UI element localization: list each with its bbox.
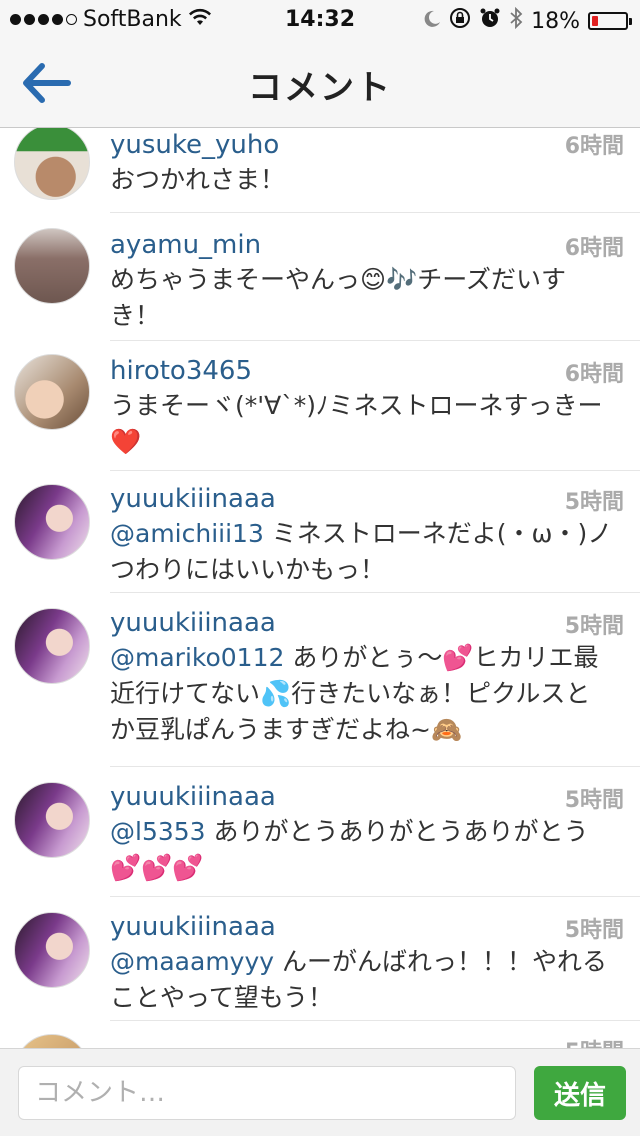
- comment-username[interactable]: yuuukiiinaaa: [110, 608, 276, 638]
- comment-composer: 送信: [0, 1048, 640, 1136]
- comment-text: @l5353 ありがとうありがとうありがとう💕💕💕: [110, 814, 615, 886]
- comment-item: yuuukiiinaaa 5時間 @l5353 ありがとうありがとうありがとう💕…: [0, 768, 640, 898]
- comment-item: yuuukiiinaaa 5時間 @amichiii13 ミネストローネだよ(・…: [0, 470, 640, 594]
- comment-item: yusuke_yuho 6時間 おつかれさま！: [0, 128, 640, 216]
- moon-icon: [423, 9, 441, 34]
- comment-time: 5時間: [564, 918, 624, 943]
- navigation-bar: コメント: [0, 40, 640, 128]
- battery-level-fill: [592, 16, 598, 26]
- comment-body: おつかれさま！: [110, 165, 286, 194]
- comment-time: 6時間: [564, 362, 624, 387]
- comment-time: 5時間: [564, 490, 624, 515]
- comment-username[interactable]: yuuukiiinaaa: [110, 912, 276, 942]
- divider: [110, 592, 640, 593]
- comment-mention[interactable]: @maaamyyy: [110, 947, 274, 976]
- comment-mention[interactable]: @mariko0112: [110, 643, 284, 672]
- comment-time: 6時間: [564, 236, 624, 261]
- comment-item: hiroto3465 6時間 うまそーヾ(*'∀`*)ﾉミネストローネすっきー❤…: [0, 342, 640, 472]
- avatar[interactable]: [14, 608, 90, 684]
- comment-item: 5時間: [0, 1022, 640, 1048]
- comment-text: @amichiii13 ミネストローネだよ(・ω・)ノ つわりにはいいかもっ！: [110, 516, 615, 588]
- comment-username[interactable]: hiroto3465: [110, 356, 252, 386]
- comment-body: めちゃうまそーやんっ😊🎶チーズだいすき！: [110, 265, 566, 330]
- comment-text: おつかれさま！: [110, 162, 615, 198]
- comment-mention[interactable]: @amichiii13: [110, 519, 264, 548]
- comment-item: yuuukiiinaaa 5時間 @maaamyyy んーがんばれっ！！！やれる…: [0, 898, 640, 1022]
- comment-body: うまそーヾ(*'∀`*)ﾉミネストローネすっきー❤️: [110, 391, 603, 456]
- comment-text: うまそーヾ(*'∀`*)ﾉミネストローネすっきー❤️: [110, 388, 615, 460]
- page-title: コメント: [248, 68, 392, 108]
- divider: [110, 1020, 640, 1021]
- comment-username[interactable]: yuuukiiinaaa: [110, 484, 276, 514]
- comment-username[interactable]: yuuukiiinaaa: [110, 782, 276, 812]
- comment-text: @mariko0112 ありがとぅ〜💕ヒカリエ最近行けてない💦行きたいなぁ！ピク…: [110, 640, 615, 748]
- avatar[interactable]: [14, 354, 90, 430]
- comment-item: ayamu_min 6時間 めちゃうまそーやんっ😊🎶チーズだいすき！: [0, 216, 640, 344]
- battery-percent: 18%: [531, 8, 580, 34]
- comment-item: yuuukiiinaaa 5時間 @mariko0112 ありがとぅ〜💕ヒカリエ…: [0, 594, 640, 768]
- alarm-icon: [479, 7, 501, 35]
- avatar[interactable]: [14, 484, 90, 560]
- divider: [110, 766, 640, 767]
- comment-input[interactable]: [18, 1066, 516, 1120]
- divider: [110, 896, 640, 897]
- divider: [110, 212, 640, 213]
- comment-time: 5時間: [564, 614, 624, 639]
- divider: [110, 340, 640, 341]
- comment-text: @maaamyyy んーがんばれっ！！！やれることやって望もう！: [110, 944, 615, 1016]
- avatar[interactable]: [14, 912, 90, 988]
- status-bar: SoftBank 14:32 18%: [0, 0, 640, 40]
- avatar[interactable]: [14, 228, 90, 304]
- status-right: 18%: [423, 6, 632, 35]
- rotation-lock-icon: [449, 7, 471, 35]
- avatar[interactable]: [14, 782, 90, 858]
- comment-time: 5時間: [565, 1034, 624, 1048]
- comment-mention[interactable]: @l5353: [110, 817, 206, 846]
- battery-icon: [588, 12, 632, 30]
- comment-list[interactable]: yusuke_yuho 6時間 おつかれさま！ ayamu_min 6時間 めち…: [0, 128, 640, 1048]
- comment-username[interactable]: yusuke_yuho: [110, 130, 279, 160]
- avatar[interactable]: [14, 1034, 90, 1048]
- send-button[interactable]: 送信: [534, 1066, 626, 1120]
- bluetooth-icon: [509, 6, 523, 35]
- avatar[interactable]: [14, 128, 90, 200]
- comment-time: 5時間: [564, 788, 624, 813]
- comment-text: めちゃうまそーやんっ😊🎶チーズだいすき！: [110, 262, 615, 334]
- comment-username[interactable]: ayamu_min: [110, 230, 261, 260]
- comment-time: 6時間: [564, 134, 624, 159]
